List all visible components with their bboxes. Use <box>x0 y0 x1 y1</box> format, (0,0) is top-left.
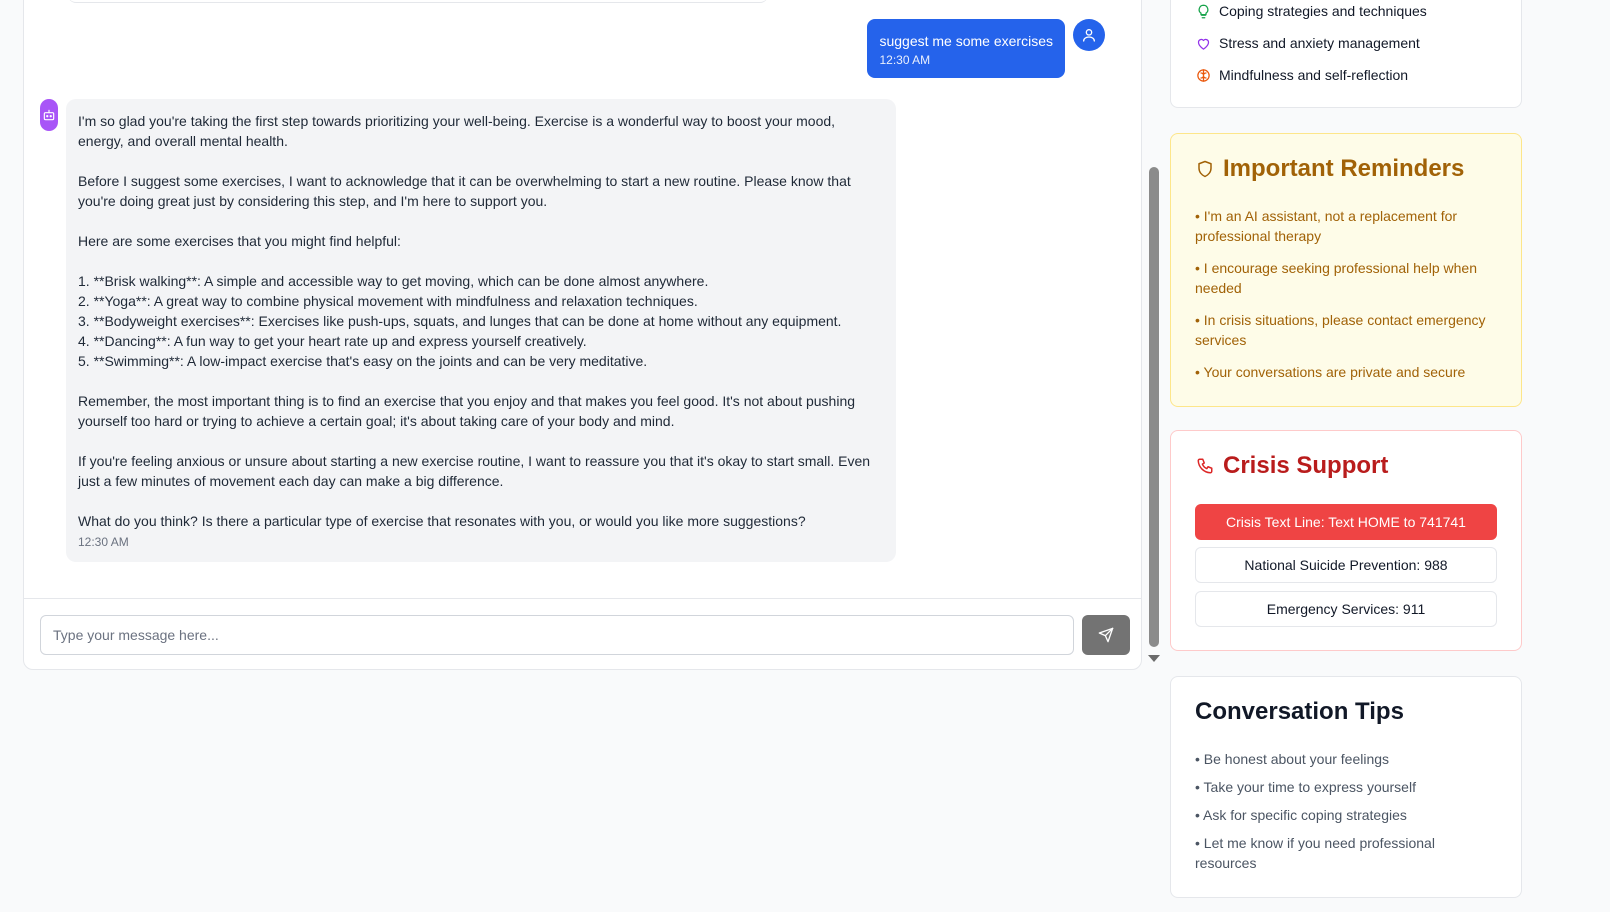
tips-list: • Be honest about your feelings • Take y… <box>1195 749 1495 881</box>
chat-scrollbar[interactable] <box>1145 0 1161 671</box>
exercise-list: 1. **Brisk walking**: A simple and acces… <box>78 271 884 371</box>
bot-paragraph: Here are some exercises that you might f… <box>78 233 401 249</box>
bot-avatar <box>40 99 58 131</box>
suicide-prevention-button[interactable]: National Suicide Prevention: 988 <box>1195 547 1497 583</box>
reminders-list: • I'm an AI assistant, not a replacement… <box>1195 206 1495 394</box>
tip-item: • Be honest about your feelings <box>1195 751 1390 767</box>
heart-icon <box>1197 38 1209 50</box>
bot-message-time: 12:30 AM <box>78 535 129 549</box>
bot-message: I'm so glad you're taking the first step… <box>66 99 896 562</box>
bot-paragraph: Before I suggest some exercises, I want … <box>78 173 851 209</box>
shield-icon <box>1198 160 1212 178</box>
crisis-card: Crisis Support Crisis Text Line: Text HO… <box>1170 430 1522 651</box>
reminders-card: Important Reminders • I'm an AI assistan… <box>1170 133 1522 407</box>
crisis-title: Crisis Support <box>1195 451 1388 481</box>
list-item: 5. **Swimming**: A low-impact exercise t… <box>78 353 648 369</box>
chat-panel: suggest me some exercises 12:30 AM I'm s… <box>23 0 1160 670</box>
lightbulb-icon <box>1198 4 1208 18</box>
bot-paragraph: What do you think? Is there a particular… <box>78 513 806 529</box>
reminders-title: Important Reminders <box>1195 154 1464 184</box>
user-message-time: 12:30 AM <box>879 53 931 67</box>
reminder-item: • In crisis situations, please contact e… <box>1195 312 1486 348</box>
topic-label: Mindfulness and self-reflection <box>1219 67 1409 83</box>
crisis-title-text: Crisis Support <box>1223 452 1389 479</box>
topics-card: Coping strategies and techniques Stress … <box>1170 0 1522 108</box>
topic-label: Coping strategies and techniques <box>1219 3 1427 19</box>
user-avatar <box>1073 19 1105 51</box>
list-item: 1. **Brisk walking**: A simple and acces… <box>78 273 709 289</box>
crisis-text-line-button[interactable]: Crisis Text Line: Text HOME to 741741 <box>1195 504 1497 540</box>
topic-coping: Coping strategies and techniques <box>1195 3 1427 19</box>
list-item: 2. **Yoga**: A great way to combine phys… <box>78 293 698 309</box>
bot-icon <box>43 109 55 121</box>
reminders-title-text: Important Reminders <box>1223 155 1465 182</box>
bot-paragraph: I'm so glad you're taking the first step… <box>78 113 836 149</box>
send-icon <box>1098 627 1114 643</box>
topic-label: Stress and anxiety management <box>1219 35 1420 51</box>
bot-paragraph: Remember, the most important thing is to… <box>78 393 856 429</box>
topic-mindfulness: Mindfulness and self-reflection <box>1195 67 1408 83</box>
reminder-item: • I'm an AI assistant, not a replacement… <box>1195 208 1458 244</box>
brain-icon <box>1196 68 1210 82</box>
tip-item: • Let me know if you need professional r… <box>1195 835 1435 871</box>
list-item: 3. **Bodyweight exercises**: Exercises l… <box>78 313 842 329</box>
reminder-item: • Your conversations are private and sec… <box>1195 364 1466 380</box>
input-divider <box>24 598 1141 599</box>
scrollbar-thumb[interactable] <box>1149 167 1159 647</box>
scroll-down-arrow[interactable] <box>1148 655 1160 662</box>
phone-icon <box>1197 458 1213 474</box>
previous-message-edge <box>68 0 768 3</box>
user-message-text: suggest me some exercises <box>879 33 1053 49</box>
topic-stress: Stress and anxiety management <box>1195 35 1420 51</box>
user-message: suggest me some exercises 12:30 AM <box>867 19 1065 78</box>
user-icon <box>1083 29 1095 42</box>
tips-card: Conversation Tips • Be honest about your… <box>1170 676 1522 898</box>
tips-title: Conversation Tips <box>1195 698 1404 725</box>
send-button[interactable] <box>1082 615 1130 655</box>
bot-paragraph: If you're feeling anxious or unsure abou… <box>78 453 871 489</box>
tip-item: • Ask for specific coping strategies <box>1195 807 1407 823</box>
message-input[interactable] <box>40 615 1074 655</box>
list-item: 4. **Dancing**: A fun way to get your he… <box>78 333 587 349</box>
emergency-services-button[interactable]: Emergency Services: 911 <box>1195 591 1497 627</box>
reminder-item: • I encourage seeking professional help … <box>1195 260 1477 296</box>
tip-item: • Take your time to express yourself <box>1195 779 1416 795</box>
